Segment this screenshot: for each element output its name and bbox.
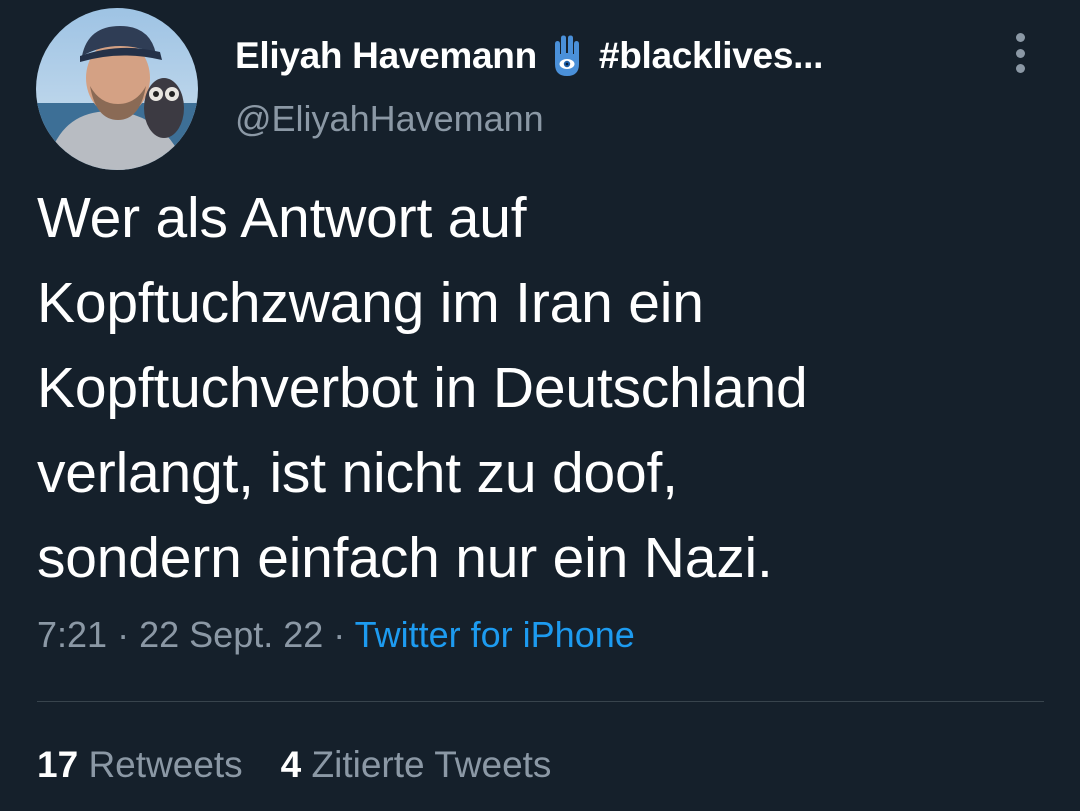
tweet-meta: 7:21 · 22 Sept. 22 · Twitter for iPhone <box>37 614 635 656</box>
retweets-stat[interactable]: 17 Retweets <box>37 744 243 786</box>
retweets-label: Retweets <box>88 744 243 785</box>
meta-separator: · <box>333 614 346 655</box>
retweets-count: 17 <box>37 744 79 785</box>
display-name[interactable]: Eliyah Havemann <box>235 35 537 77</box>
tweet-text-line: verlangt, ist nicht zu doof, <box>37 441 678 505</box>
tweet-source-link[interactable]: Twitter for iPhone <box>355 614 635 655</box>
tweet-text-line: Kopftuchzwang im Iran ein <box>37 271 704 335</box>
divider <box>37 701 1044 702</box>
tweet-stats: 17 Retweets 4 Zitierte Tweets <box>37 744 589 786</box>
author-line: Eliyah Havemann #blacklives... <box>235 30 823 82</box>
avatar-photo <box>36 8 198 170</box>
tweet-date[interactable]: 22 Sept. 22 <box>139 614 323 655</box>
dot-icon <box>1015 48 1025 58</box>
quote-tweets-label: Zitierte Tweets <box>311 744 552 785</box>
tweet-text: Wer als Antwort auf Kopftuchzwang im Ira… <box>37 176 1047 601</box>
name-suffix: #blacklives... <box>598 35 824 76</box>
hamsa-icon <box>549 34 585 78</box>
author-handle[interactable]: @EliyahHavemann <box>235 98 544 140</box>
dot-icon <box>1015 33 1025 42</box>
meta-separator: · <box>117 614 130 655</box>
quote-tweets-stat[interactable]: 4 Zitierte Tweets <box>281 744 552 786</box>
tweet-time[interactable]: 7:21 <box>37 614 107 655</box>
quote-tweets-count: 4 <box>280 744 302 785</box>
avatar[interactable] <box>36 8 198 170</box>
tweet-text-line: sondern einfach nur ein Nazi. <box>37 526 773 590</box>
dot-icon <box>1015 64 1025 73</box>
tweet-text-line: Wer als Antwort auf <box>37 186 527 250</box>
tweet-text-line: Kopftuchverbot in Deutschland <box>37 356 808 420</box>
more-options-button[interactable] <box>1004 33 1036 73</box>
